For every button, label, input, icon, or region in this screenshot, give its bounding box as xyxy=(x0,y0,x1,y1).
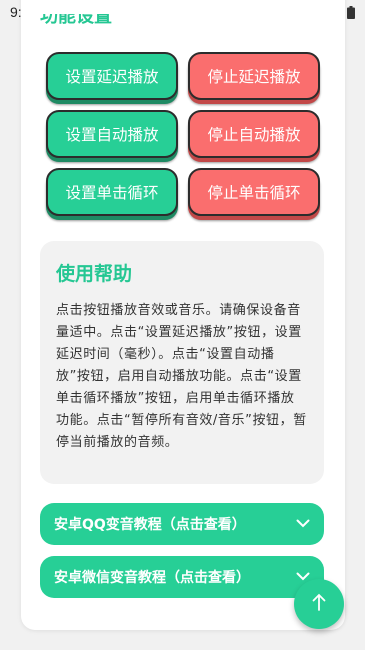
stop-delay-play-button[interactable]: 停止延迟播放 xyxy=(188,52,320,100)
qq-voice-tutorial-accordion[interactable]: 安卓QQ变音教程（点击查看） xyxy=(40,503,324,545)
wechat-tutorial-label: 安卓微信变音教程（点击查看） xyxy=(54,570,250,586)
scroll-to-top-button[interactable] xyxy=(294,579,344,629)
section-title: 功能设置 xyxy=(40,14,112,27)
set-single-loop-button[interactable]: 设置单击循环 xyxy=(46,168,178,216)
set-delay-play-button[interactable]: 设置延迟播放 xyxy=(46,52,178,100)
battery-icon xyxy=(347,5,355,19)
help-box: 使用帮助 点击按钮播放音效或音乐。请确保设备音量适中。点击“设置延迟播放”按钮，… xyxy=(40,241,324,484)
stop-single-loop-button[interactable]: 停止单击循环 xyxy=(188,168,320,216)
wechat-voice-tutorial-accordion[interactable]: 安卓微信变音教程（点击查看） xyxy=(40,556,324,598)
qq-tutorial-label: 安卓QQ变音教程（点击查看） xyxy=(54,517,246,533)
stop-auto-play-button[interactable]: 停止自动播放 xyxy=(188,110,320,158)
help-text: 点击按钮播放音效或音乐。请确保设备音量适中。点击“设置延迟播放”按钮，设置延迟时… xyxy=(56,303,307,450)
chevron-down-icon xyxy=(296,516,310,532)
arrow-up-icon xyxy=(312,593,326,615)
set-auto-play-button[interactable]: 设置自动播放 xyxy=(46,110,178,158)
help-title: 使用帮助 xyxy=(56,263,133,285)
